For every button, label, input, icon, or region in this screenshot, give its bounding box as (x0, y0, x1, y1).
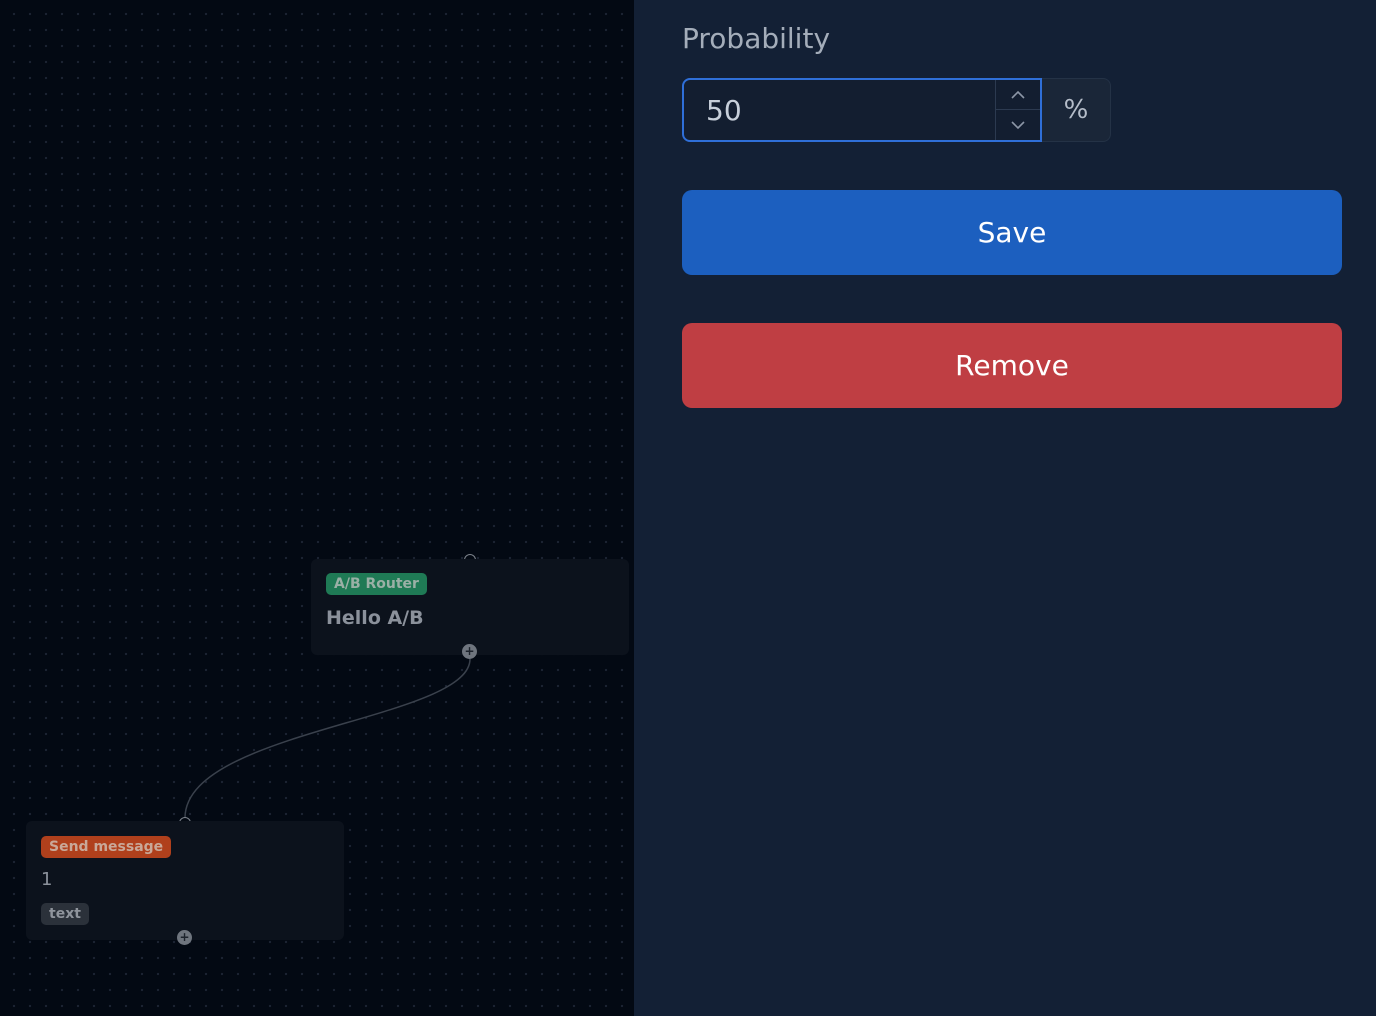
probability-label: Probability (682, 22, 831, 55)
plus-icon[interactable]: + (462, 644, 477, 659)
edge-router-to-send[interactable] (184, 658, 471, 819)
node-content-tag: text (41, 903, 89, 925)
percent-addon: % (1042, 78, 1111, 142)
number-stepper (995, 80, 1040, 140)
chevron-down-icon (1011, 120, 1025, 129)
node-ab-router[interactable]: A/B Router Hello A/B (311, 559, 629, 655)
remove-button[interactable]: Remove (682, 323, 1342, 408)
chevron-up-icon (1011, 90, 1025, 99)
app-root: A/B Router Hello A/B + Send message 1 te… (0, 0, 1376, 1016)
node-send-message[interactable]: Send message 1 text (26, 821, 344, 940)
step-down-button[interactable] (996, 110, 1040, 140)
step-up-button[interactable] (996, 80, 1040, 110)
probability-input[interactable] (684, 80, 996, 140)
probability-input-wrapper (682, 78, 1042, 142)
node-type-badge: A/B Router (326, 573, 427, 595)
flow-canvas[interactable]: A/B Router Hello A/B + Send message 1 te… (0, 0, 634, 1016)
plus-icon[interactable]: + (177, 930, 192, 945)
node-type-badge: Send message (41, 836, 172, 858)
save-button[interactable]: Save (682, 190, 1342, 275)
properties-panel: Probability % Save Remove (634, 0, 1376, 1016)
node-title: Hello A/B (326, 607, 424, 629)
node-message-text: 1 (41, 869, 53, 890)
